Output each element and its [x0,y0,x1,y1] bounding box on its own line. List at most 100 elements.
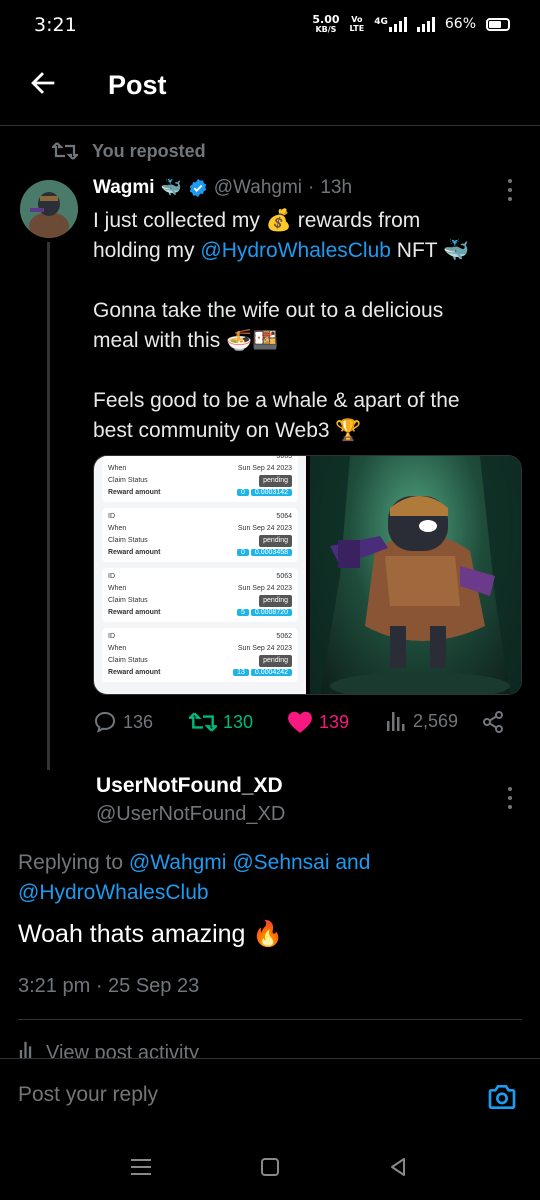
battery-icon [486,17,510,31]
claim-when: Sun Sep 24 2023 [237,645,292,652]
post-age: 13h [320,177,353,198]
recent-apps-icon[interactable] [131,1159,151,1175]
claim-amount-row: Reward amount 5 0.0008720 [108,607,292,619]
post-text-span: I just collected my [93,209,266,232]
signal-icon-2 [416,16,435,32]
claim-amount: 0.0003142 [250,489,292,496]
views-button[interactable]: 2,569 [385,710,458,732]
reply-author-name[interactable]: UserNotFound_XD [96,774,283,798]
reply-timestamp: 3:21 pm · 25 Sep 23 [18,975,200,997]
post-text-span: NFT 🐳 [390,239,470,262]
author-name[interactable]: Wagmi [93,177,155,199]
claim-when: Sun Sep 24 2023 [237,465,292,472]
claim-status-row: Claim Status pending [108,595,292,607]
author-handle[interactable]: @Wahgmi [214,177,302,199]
repost-button[interactable]: 130 [189,710,253,734]
reply-compose-bar [0,1058,540,1138]
claim-when-row: When Sun Sep 24 2023 [108,643,292,655]
moneybag-emoji-icon: 💰 [265,209,292,232]
claim-card: ID 5064 When Sun Sep 24 2023 Claim Status pen… [102,508,298,562]
claim-when-row: When Sun Sep 24 2023 [108,463,292,475]
share-icon [483,711,503,733]
claim-amount: 0.0008720 [250,609,292,616]
claim-status-row: Claim Status pending [108,535,292,547]
claim-id-label: ID [108,513,115,520]
post-media[interactable]: 5065 When Sun Sep 24 2023 Claim Status pendi… [93,455,522,695]
status-bar: 3:21 5.00 KB/S Vo LTE 4G 66% [0,0,540,52]
volte-bottom: LTE [349,24,365,33]
repost-label: You reposted [92,140,206,161]
claim-status-badge: pending [259,535,292,547]
media-image-rewards-screenshot[interactable]: 5065 When Sun Sep 24 2023 Claim Status pendi… [94,456,306,694]
claim-status-badge: pending [259,475,292,487]
post-body: I just collected my 💰 rewards from holdi… [93,206,523,446]
back-nav-icon[interactable] [388,1157,408,1181]
claim-amount-row: Reward amount 13 0.0004242 [108,667,292,679]
system-nav-bar [0,1138,540,1200]
status-icons: 5.00 KB/S Vo LTE 4G 66% [312,14,510,34]
claim-id-row: ID 5063 [108,571,292,583]
post-text-span: rewards from [291,209,421,232]
claim-id-row: 5065 [108,456,292,463]
post-line: Gonna take the wife out to a delicious [93,299,444,322]
claim-status-badge: pending [259,595,292,607]
claim-status-label: Claim Status [108,537,148,544]
repost-indicator: You reposted [52,140,206,162]
meta-separator: · [308,177,315,198]
claim-status-label: Claim Status [108,597,148,604]
mention-link[interactable]: @Wahgmi [129,851,227,874]
post-line: meal with this 🍜🍱 [93,329,279,352]
claim-when-label: When [108,585,127,592]
claim-when: Sun Sep 24 2023 [237,525,292,532]
media-image-whale-nft[interactable] [310,456,521,694]
claim-amount: 0.0004242 [250,669,292,676]
reply-icon [94,711,116,733]
claim-id: 5065 [276,456,292,460]
post-author-row[interactable]: Wagmi 🐳 @Wahgmi · 13h [93,177,352,199]
avatar[interactable] [20,180,78,238]
claim-status-badge: pending [259,655,292,667]
claim-id: 5063 [276,573,292,580]
claim-status-label: Claim Status [108,477,148,484]
claim-amount-row: Reward amount 0 0.0003458 [108,547,292,559]
reply-input[interactable] [18,1083,458,1107]
view-post-activity-link[interactable]: View post activity [18,1040,199,1058]
post-line: best community on Web3 🏆 [93,419,362,442]
like-button[interactable]: 139 [287,710,349,734]
volte-indicator: Vo LTE [350,15,365,33]
claim-status-row: Claim Status pending [108,475,292,487]
replying-to: Replying to @Wahgmi @Sehnsai and @HydroW… [18,848,518,908]
activity-chart-icon [19,1041,32,1058]
mention-link[interactable]: @Sehnsai [232,851,329,874]
claim-when-label: When [108,525,127,532]
repost-icon [52,142,78,160]
signal-4g: 4G [374,16,407,32]
post-line: holding my @HydroWhalesClub NFT 🐳 [93,236,523,266]
signal-icon [388,16,407,32]
mention-link[interactable]: @HydroWhalesClub [18,881,209,904]
claim-status-label: Claim Status [108,657,148,664]
claim-chip: 0 [237,489,249,496]
share-button[interactable] [481,710,505,734]
claim-id: 5064 [276,513,292,520]
home-icon[interactable] [261,1158,279,1176]
reply-author-handle[interactable]: @UserNotFound_XD [96,803,285,826]
more-options-icon[interactable] [507,179,513,201]
claim-card: 5065 When Sun Sep 24 2023 Claim Status pendi… [102,456,298,502]
thread-connector [47,242,50,770]
top-header: Post [0,52,540,126]
claim-id-label: ID [108,573,115,580]
claim-chip: 0 [237,549,249,556]
network-speed: 5.00 KB/S [312,14,339,34]
claim-id-row: ID 5064 [108,511,292,523]
reply-button[interactable]: 136 [93,710,153,734]
claim-when: Sun Sep 24 2023 [237,585,292,592]
back-arrow-icon[interactable] [26,66,60,100]
reply-more-options-icon[interactable] [507,787,513,809]
claim-chip: 13 [233,669,249,676]
claim-id-row: ID 5062 [108,631,292,643]
post-text-span: holding my [93,239,201,262]
mention-link[interactable]: @HydroWhalesClub [200,239,391,262]
page-title: Post [108,70,167,100]
camera-icon[interactable] [486,1081,518,1117]
